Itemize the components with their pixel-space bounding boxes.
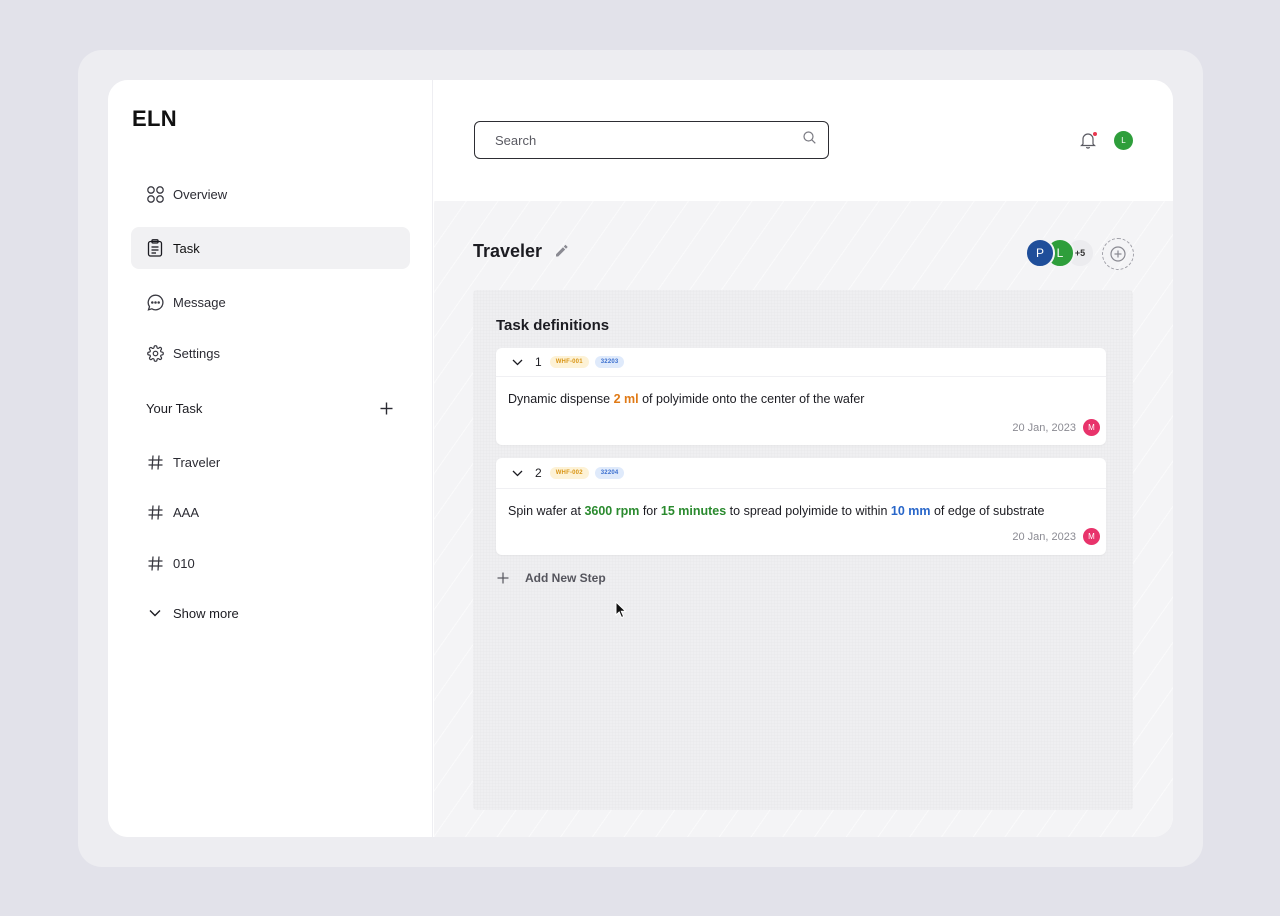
- grid-icon: [146, 185, 164, 203]
- hash-icon: [146, 554, 164, 572]
- page-title: Traveler: [473, 241, 543, 261]
- step-footer: 20 Jan, 2023 M: [1012, 528, 1100, 545]
- task-label: Traveler: [173, 454, 221, 470]
- hash-icon: [146, 453, 164, 471]
- search-box[interactable]: [474, 121, 829, 159]
- sidebar-task-010[interactable]: 010: [131, 542, 410, 584]
- step-tag: WHF-002: [549, 467, 589, 479]
- chevron-down-icon: [146, 604, 164, 622]
- plus-icon: [496, 571, 510, 585]
- step-date: 20 Jan, 2023: [1012, 530, 1076, 543]
- pencil-icon: [556, 244, 568, 257]
- step-card[interactable]: 2 WHF-002 32204 Spin wafer at 3600 rpm f…: [496, 458, 1106, 555]
- top-bar: L: [434, 80, 1173, 201]
- step-header: 2 WHF-002 32204: [496, 458, 1106, 489]
- chat-icon: [146, 293, 164, 311]
- step-description: Dynamic dispense 2 ml of polyimide onto …: [508, 392, 864, 406]
- user-avatar[interactable]: L: [1114, 131, 1133, 150]
- sidebar-item-message[interactable]: Message: [131, 281, 410, 323]
- highlight-value: 15 minutes: [660, 504, 727, 518]
- text-segment: of polyimide onto the center of the wafe…: [638, 392, 865, 406]
- step-description: Spin wafer at 3600 rpm for 15 minutes to…: [508, 504, 1044, 518]
- text-segment: Dynamic dispense: [508, 392, 614, 406]
- sidebar-item-label: Overview: [173, 186, 228, 202]
- notification-dot: [1092, 131, 1098, 137]
- highlight-value: 10 mm: [890, 504, 931, 518]
- gear-icon: [146, 344, 164, 362]
- step-tag: WHF-001: [549, 356, 589, 368]
- step-tag: 32203: [594, 356, 625, 368]
- app-container: ELN Overview Task Message Settings Your …: [108, 80, 1173, 837]
- panel-title: Task definitions: [496, 317, 610, 334]
- show-more-label: Show more: [173, 605, 239, 621]
- hash-icon: [146, 503, 164, 521]
- highlight-value: 2 ml: [613, 392, 639, 406]
- add-task-button[interactable]: [376, 398, 396, 418]
- add-new-step-button[interactable]: Add New Step: [496, 571, 606, 585]
- task-label: AAA: [173, 504, 200, 520]
- sidebar-task-aaa[interactable]: AAA: [131, 491, 410, 533]
- sidebar-item-overview[interactable]: Overview: [131, 173, 410, 215]
- collapse-toggle[interactable]: [510, 466, 524, 480]
- search-icon[interactable]: [803, 131, 816, 149]
- search-input[interactable]: [495, 132, 803, 148]
- author-avatar[interactable]: M: [1083, 528, 1100, 545]
- sidebar: ELN Overview Task Message Settings Your …: [108, 80, 433, 837]
- sidebar-item-settings[interactable]: Settings: [131, 332, 410, 374]
- collapse-toggle[interactable]: [510, 355, 524, 369]
- plus-circle-icon: [1110, 246, 1126, 262]
- member-avatar[interactable]: P: [1025, 238, 1055, 268]
- step-card[interactable]: 1 WHF-001 32203 Dynamic dispense 2 ml of…: [496, 348, 1106, 445]
- show-more-button[interactable]: Show more: [131, 592, 410, 634]
- author-avatar[interactable]: M: [1083, 419, 1100, 436]
- sidebar-item-label: Settings: [173, 345, 220, 361]
- sidebar-task-traveler[interactable]: Traveler: [131, 441, 410, 483]
- sidebar-item-label: Task: [173, 240, 200, 256]
- edit-title-button[interactable]: [552, 242, 570, 260]
- text-segment: Spin wafer at: [508, 504, 585, 518]
- add-member-button[interactable]: [1102, 238, 1134, 270]
- step-header: 1 WHF-001 32203: [496, 348, 1106, 377]
- task-label: 010: [173, 555, 195, 571]
- your-task-heading: Your Task: [146, 401, 203, 416]
- main-content: Traveler P L +5 Task definitions 1 WHF-0…: [434, 201, 1173, 837]
- step-footer: 20 Jan, 2023 M: [1012, 419, 1100, 436]
- step-number: 2: [535, 466, 542, 480]
- sidebar-item-task[interactable]: Task: [131, 227, 410, 269]
- step-tag: 32204: [594, 467, 625, 479]
- app-logo: ELN: [132, 106, 177, 131]
- plus-icon: [380, 402, 392, 414]
- task-definitions-panel: Task definitions 1 WHF-001 32203 Dynamic…: [473, 290, 1133, 810]
- text-segment: of edge of substrate: [930, 504, 1045, 518]
- chevron-down-icon: [512, 470, 522, 476]
- step-number: 1: [535, 355, 542, 369]
- text-segment: to spread polyimide to within: [726, 504, 891, 518]
- chevron-down-icon: [512, 359, 522, 365]
- add-step-label: Add New Step: [525, 571, 606, 585]
- sidebar-item-label: Message: [173, 294, 226, 310]
- text-segment: for: [639, 504, 661, 518]
- step-date: 20 Jan, 2023: [1012, 421, 1076, 434]
- highlight-value: 3600 rpm: [584, 504, 640, 518]
- clipboard-icon: [146, 239, 164, 257]
- notification-button[interactable]: [1080, 131, 1098, 151]
- mouse-cursor-icon: [615, 601, 627, 619]
